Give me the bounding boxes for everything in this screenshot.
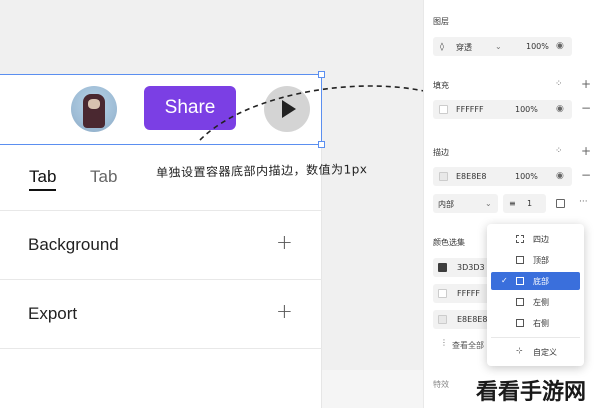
layer-opacity-value: 100% — [526, 42, 549, 51]
stroke-width-field[interactable]: ≡ 1 — [503, 194, 546, 213]
eye-icon[interactable]: ◉ — [556, 172, 564, 181]
dropdown-item-label: 底部 — [533, 277, 549, 286]
watermark-text: 看看手游网 — [476, 380, 587, 405]
play-icon — [282, 100, 296, 118]
style-grid-icon[interactable]: ⁘ — [555, 147, 563, 156]
fill-swatch[interactable] — [439, 105, 448, 114]
plus-icon[interactable]: + — [276, 230, 293, 254]
add-fill-icon[interactable]: + — [581, 78, 591, 90]
square-icon — [516, 277, 524, 285]
tab-1[interactable]: Tab — [29, 167, 57, 191]
chevron-down-icon: ⌄ — [495, 42, 502, 51]
style-grid-icon[interactable]: ⁘ — [555, 80, 563, 89]
dropdown-item-right[interactable]: 右侧 — [491, 314, 580, 332]
color-selection-item-3[interactable]: E8E8E8 — [433, 310, 491, 329]
blend-mode-value: 穿透 — [456, 43, 472, 52]
square-icon — [516, 256, 524, 264]
fill-opacity-value: 100% — [515, 105, 538, 114]
color-selection-item-1[interactable]: 3D3D3 — [433, 258, 491, 277]
dropdown-item-all[interactable]: 四边 — [491, 230, 580, 248]
layer-blend-field[interactable]: ◊ 穿透 ⌄ 100% — [433, 37, 572, 56]
color-swatch[interactable] — [438, 289, 447, 298]
drop-icon: ◊ — [440, 42, 444, 51]
stroke-color-field[interactable]: E8E8E8 100% — [433, 167, 572, 186]
color-selection-value: FFFFF — [457, 289, 481, 298]
stroke-side-button[interactable] — [551, 194, 571, 213]
custom-border-icon: ⊹ — [516, 346, 523, 355]
remove-fill-icon[interactable]: − — [581, 102, 591, 114]
dropdown-item-label: 四边 — [533, 235, 549, 244]
color-selection-item-2[interactable]: FFFFF — [433, 284, 491, 303]
square-icon — [516, 298, 524, 306]
dropdown-item-label: 自定义 — [533, 348, 557, 357]
avatar — [71, 86, 117, 132]
dropdown-item-label: 右侧 — [533, 319, 549, 328]
play-button[interactable] — [264, 86, 310, 132]
fill-color-field[interactable]: FFFFFF 100% — [433, 100, 572, 119]
square-icon — [516, 319, 524, 327]
share-button[interactable]: Share — [144, 86, 236, 130]
view-all-link[interactable]: 查看全部 — [452, 340, 484, 351]
resize-handle-bottom-right[interactable] — [318, 141, 325, 148]
stroke-position-select[interactable]: 内部 ⌄ — [433, 194, 498, 213]
dropdown-item-label: 左侧 — [533, 298, 549, 307]
eye-icon[interactable]: ◉ — [556, 105, 564, 114]
stroke-width-icon: ≡ — [509, 199, 516, 208]
color-selection-value: E8E8E8 — [457, 315, 488, 324]
dropdown-divider — [491, 337, 580, 338]
resize-handle-top-right[interactable] — [318, 71, 325, 78]
stroke-section-title: 描边 — [433, 148, 449, 157]
stroke-swatch[interactable] — [439, 172, 448, 181]
dropdown-item-label: 顶部 — [533, 256, 549, 265]
chevron-down-icon: ⌄ — [485, 199, 492, 208]
more-vertical-icon: ⋮ — [440, 338, 448, 347]
eye-icon[interactable]: ◉ — [556, 42, 564, 51]
dropdown-item-top[interactable]: 顶部 — [491, 251, 580, 269]
layer-section-title: 图层 — [433, 17, 449, 26]
avatar-face — [88, 99, 100, 109]
add-stroke-icon[interactable]: + — [581, 145, 591, 157]
remove-stroke-icon[interactable]: − — [581, 169, 591, 181]
stroke-opacity-value: 100% — [515, 172, 538, 181]
dropdown-item-bottom[interactable]: ✓ 底部 — [491, 272, 580, 290]
border-side-icon — [556, 199, 565, 208]
color-swatch[interactable] — [438, 315, 447, 324]
checkmark-icon: ✓ — [501, 276, 508, 285]
row-background[interactable]: Background + — [0, 211, 322, 280]
stroke-side-dropdown: 四边 顶部 ✓ 底部 左侧 右侧 ⊹ 自定义 — [487, 224, 584, 366]
stroke-width-value: 1 — [527, 199, 533, 208]
tab-2[interactable]: Tab — [90, 167, 117, 187]
row-background-label: Background — [28, 235, 119, 254]
fill-section-title: 填充 — [433, 81, 449, 90]
color-swatch[interactable] — [438, 263, 447, 272]
color-selection-value: 3D3D3 — [457, 263, 485, 272]
stroke-position-value: 内部 — [438, 200, 454, 209]
stroke-color-value: E8E8E8 — [456, 172, 487, 181]
dropdown-item-left[interactable]: 左侧 — [491, 293, 580, 311]
color-selection-title: 颜色选集 — [433, 238, 465, 247]
more-options-icon[interactable]: ··· — [579, 198, 588, 207]
dropdown-item-custom[interactable]: ⊹ 自定义 — [491, 343, 580, 361]
fill-color-value: FFFFFF — [456, 105, 484, 114]
design-frame[interactable]: Tab Tab Background + Export + — [0, 145, 322, 408]
effects-section-title: 特效 — [433, 380, 449, 389]
dashed-square-icon — [516, 235, 524, 243]
row-export[interactable]: Export + — [0, 280, 322, 349]
plus-icon[interactable]: + — [276, 299, 293, 323]
row-export-label: Export — [28, 304, 78, 323]
